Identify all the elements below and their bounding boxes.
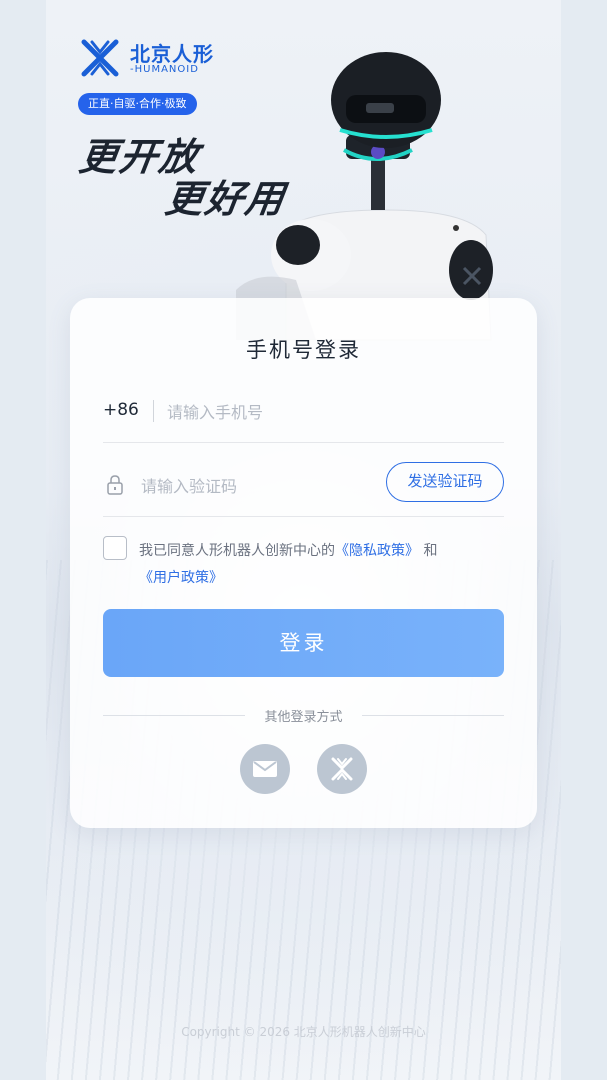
lock-icon [107,475,123,495]
brand-logo-icon [81,39,119,77]
humanoid-login-button[interactable] [317,744,367,794]
mail-icon [253,761,277,777]
other-login-methods: 其他登录方式 [103,706,504,726]
login-page: 北京人形 -HUMANOID 正直·自驱·合作·极致 更开放 更好用 手机号登录… [46,0,561,1080]
agreement: 我已同意人形机器人创新中心的《隐私政策》 和《用户政策》 [103,536,504,596]
agreement-prefix: 我已同意人形机器人创新中心的 [139,543,335,559]
agreement-and: 和 [423,543,438,559]
phone-row: +86 [103,390,504,443]
copyright: Copyright © 2026 北京人形机器人创新中心 [181,1025,426,1039]
agreement-checkbox[interactable] [103,536,127,560]
email-login-button[interactable] [240,744,290,794]
divider-right [362,715,504,716]
humanoid-logo-icon [331,757,353,781]
divider [153,400,154,422]
verification-code-input[interactable] [139,468,363,504]
login-title: 手机号登录 [246,338,361,362]
brand-name: 北京人形 [130,42,214,66]
privacy-policy-link[interactable]: 《隐私政策》 [335,543,419,559]
user-policy-link[interactable]: 《用户政策》 [139,570,223,586]
brand-subtitle: -HUMANOID [130,64,199,75]
country-code[interactable]: +86 [103,400,139,420]
code-row: 发送验证码 [103,462,504,517]
login-button[interactable]: 登录 [103,609,504,677]
left-margin [0,0,46,1080]
phone-input[interactable] [165,394,499,430]
slogan-badge: 正直·自驱·合作·极致 [78,93,197,115]
login-card: 手机号登录 +86 发送验证码 我已同意人形机器人创新中心的《隐私政策》 和《用… [70,298,537,828]
agreement-text: 我已同意人形机器人创新中心的《隐私政策》 和《用户政策》 [139,538,504,592]
send-code-button[interactable]: 发送验证码 [386,462,504,502]
right-margin [561,0,607,1080]
